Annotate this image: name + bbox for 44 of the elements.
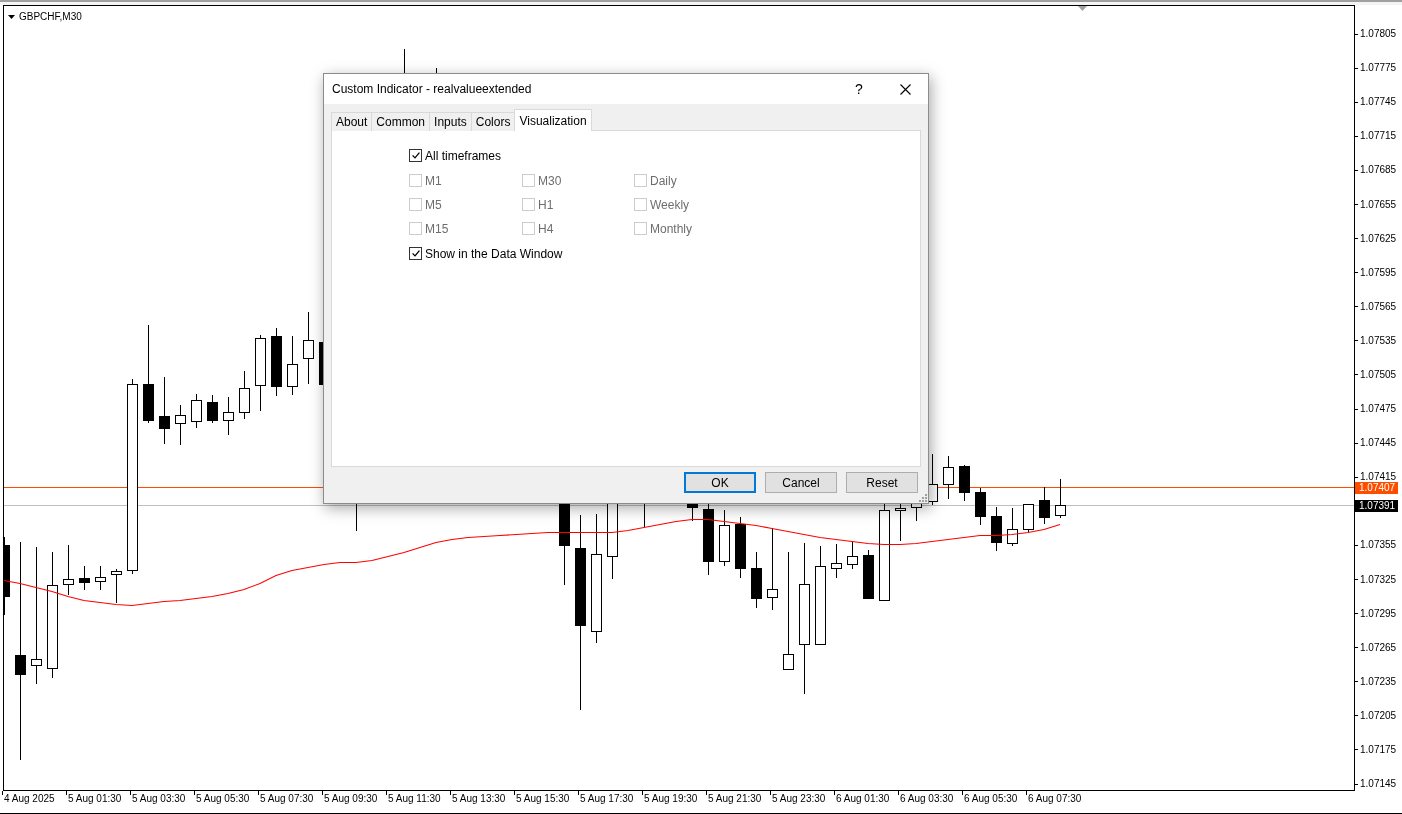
price-axis-label: 1.07565 (1360, 301, 1397, 312)
chart-symbol-label: GBPCHF,M30 (19, 11, 82, 23)
time-axis-label: 6 Aug 03:30 (900, 793, 954, 805)
price-axis-label: 1.07505 (1360, 369, 1397, 380)
time-axis-label: 6 Aug 07:30 (1028, 793, 1082, 805)
price-axis-label: 1.07805 (1360, 29, 1397, 39)
time-axis-label: 4 Aug 2025 (4, 793, 55, 805)
price-axis-label: 1.07325 (1360, 574, 1397, 585)
time-axis-label: 5 Aug 07:30 (260, 793, 314, 805)
price-axis-label: 1.07685 (1360, 165, 1397, 176)
time-axis-label: 5 Aug 23:30 (772, 793, 826, 805)
price-axis-label: 1.07235 (1360, 676, 1397, 687)
price-axis-label: 1.07205 (1360, 710, 1397, 721)
price-axis-label: 1.07745 (1360, 97, 1397, 108)
time-axis-label: 5 Aug 09:30 (324, 793, 378, 805)
time-axis-label: 5 Aug 01:30 (68, 793, 122, 805)
time-axis-label: 5 Aug 19:30 (644, 793, 698, 805)
price-axis-label: 1.07655 (1360, 199, 1397, 210)
time-axis-label: 5 Aug 03:30 (132, 793, 186, 805)
bid-price-label: 1.07407 (1355, 481, 1398, 494)
time-axis-label: 5 Aug 11:30 (388, 793, 441, 805)
time-axis-label: 5 Aug 13:30 (452, 793, 506, 805)
time-axis-label: 5 Aug 21:30 (708, 793, 762, 805)
price-axis-label: 1.07175 (1360, 744, 1397, 755)
price-axis-label: 1.07715 (1360, 131, 1397, 142)
price-axis-label: 1.07445 (1360, 438, 1397, 449)
price-axis-label: 1.07535 (1360, 335, 1397, 346)
price-axis-label: 1.07295 (1360, 608, 1397, 619)
price-axis-label: 1.07595 (1360, 267, 1397, 278)
time-axis-label: 5 Aug 05:30 (196, 793, 250, 805)
triangle-marker-icon[interactable] (1078, 6, 1087, 11)
time-axis-label: 5 Aug 17:30 (580, 793, 634, 805)
price-axis-label: 1.07355 (1360, 540, 1397, 551)
dropdown-triangle-icon[interactable] (8, 15, 15, 19)
price-axis-label: 1.07415 (1360, 472, 1397, 483)
price-axis-label: 1.07625 (1360, 233, 1397, 244)
time-axis-label: 5 Aug 15:30 (516, 793, 570, 805)
time-axis-label: 6 Aug 05:30 (964, 793, 1018, 805)
time-axis-label: 6 Aug 01:30 (836, 793, 890, 805)
ask-price-label: 1.07391 (1355, 499, 1398, 512)
price-axis-label: 1.07775 (1360, 63, 1397, 74)
price-axis-label: 1.07145 (1360, 779, 1397, 789)
price-axis-label: 1.07265 (1360, 642, 1397, 653)
price-axis-label: 1.07475 (1360, 404, 1397, 414)
